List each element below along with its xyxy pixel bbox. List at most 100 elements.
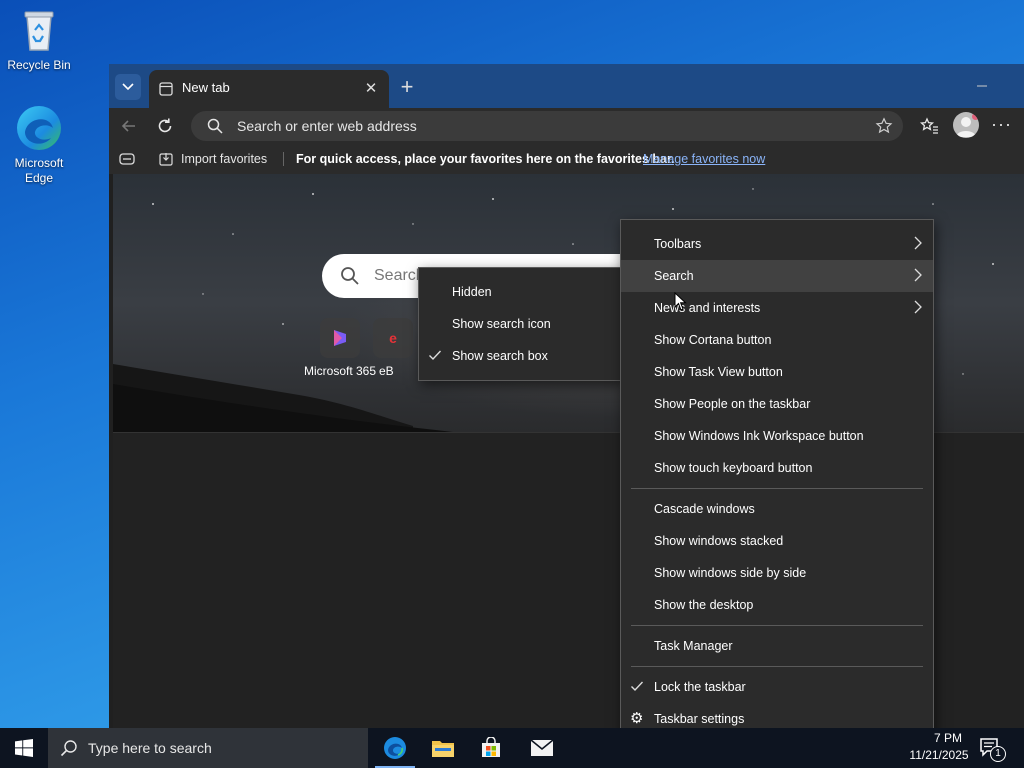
recycle-bin-icon [15, 6, 63, 54]
menu-item-label: Task Manager [654, 639, 733, 653]
collections-icon[interactable] [119, 152, 135, 166]
desktop-icon-recycle-bin[interactable]: Recycle Bin [1, 6, 77, 73]
refresh-icon[interactable] [155, 116, 175, 136]
quick-link-ebay[interactable]: e eB [373, 318, 419, 378]
windows-logo-icon [15, 739, 33, 757]
menu-item-show-task-view-button[interactable]: Show Task View button [621, 356, 933, 388]
menu-item-label: Show windows stacked [654, 534, 784, 548]
menu-item-label: Show search icon [452, 317, 551, 331]
submenu-item-show-search-box[interactable]: Show search box [419, 340, 623, 372]
folder-icon [432, 741, 454, 757]
menu-item-label: Lock the taskbar [654, 680, 746, 694]
navigation-toolbar: Search or enter web address ··· [109, 108, 1024, 144]
taskbar-edge-button[interactable] [371, 728, 419, 768]
search-submenu: Hidden Show search icon Show search box [418, 267, 624, 381]
taskbar-search-placeholder: Type here to search [88, 740, 212, 756]
profile-avatar[interactable] [953, 112, 979, 138]
taskbar-store-button[interactable] [467, 728, 515, 768]
menu-item-label: Show touch keyboard button [654, 461, 813, 475]
menu-separator [631, 488, 923, 489]
menu-item-cascade-windows[interactable]: Cascade windows [621, 493, 933, 525]
menu-item-show-the-desktop[interactable]: Show the desktop [621, 589, 933, 621]
start-button[interactable] [0, 728, 48, 768]
import-icon [159, 153, 173, 166]
back-arrow-icon[interactable] [119, 116, 139, 136]
import-favorites-button[interactable]: Import favorites [155, 144, 273, 174]
menu-item-label: Show the desktop [654, 598, 754, 612]
chevron-down-icon [122, 83, 134, 91]
address-bar-placeholder: Search or enter web address [237, 118, 417, 134]
tab-strip: New tab ✕ + [109, 64, 1024, 108]
menu-item-label: Hidden [452, 285, 492, 299]
favorites-bar-message: For quick access, place your favorites h… [296, 152, 675, 166]
menu-item-label: Show search box [452, 349, 548, 363]
taskbar-mail-button[interactable] [518, 728, 566, 768]
menu-item-label: Show Task View button [654, 365, 783, 379]
tab-actions-menu-button[interactable] [115, 74, 141, 100]
menu-item-label: Show Windows Ink Workspace button [654, 429, 864, 443]
checkmark-icon [429, 350, 442, 361]
ebay-icon: e [373, 318, 413, 358]
taskbar-context-menu: Toolbars Search News and interests Show Cor… [620, 219, 934, 753]
favorites-icon[interactable] [919, 116, 939, 136]
desktop-icon-label: Microsoft Edge [14, 156, 64, 185]
menu-item-search[interactable]: Search [621, 260, 933, 292]
taskbar: Type here to search 7 PM 11/21/2025 1 [0, 728, 1024, 768]
new-tab-button[interactable]: + [395, 76, 419, 100]
search-icon [341, 267, 359, 285]
close-tab-icon[interactable]: ✕ [361, 78, 381, 98]
menu-item-label: Cascade windows [654, 502, 755, 516]
menu-item-toolbars[interactable]: Toolbars [621, 228, 933, 260]
submenu-item-hidden[interactable]: Hidden [419, 276, 623, 308]
menu-item-label: Show windows side by side [654, 566, 807, 580]
menu-item-label: Show People on the taskbar [654, 397, 811, 411]
submenu-item-show-search-icon[interactable]: Show search icon [419, 308, 623, 340]
menu-item-task-manager[interactable]: Task Manager [621, 630, 933, 662]
menu-item-label: Search [654, 269, 694, 283]
taskbar-search-box[interactable]: Type here to search [48, 728, 368, 768]
action-center-button[interactable]: 1 [978, 736, 1008, 762]
clock-time: 7 PM [933, 731, 962, 745]
menu-item-show-windows-side-by-side[interactable]: Show windows side by side [621, 557, 933, 589]
new-tab-page-icon [159, 82, 173, 96]
manage-favorites-link[interactable]: Manage favorites now [643, 152, 765, 166]
menu-item-show-windows-stacked[interactable]: Show windows stacked [621, 525, 933, 557]
microsoft-365-icon [320, 318, 360, 358]
chevron-right-icon [914, 300, 922, 314]
quick-link-label: eB [379, 364, 394, 378]
mouse-cursor-icon [674, 292, 687, 311]
system-clock[interactable]: 7 PM 11/21/2025 [904, 730, 974, 764]
menu-item-lock-the-taskbar[interactable]: Lock the taskbar [621, 671, 933, 703]
notification-count-badge: 1 [990, 746, 1006, 762]
desktop-icon-microsoft-edge[interactable]: Microsoft Edge [1, 104, 77, 186]
menu-separator [631, 625, 923, 626]
more-options-icon[interactable]: ··· [991, 114, 1012, 135]
address-bar[interactable]: Search or enter web address [191, 111, 903, 141]
menu-separator [631, 666, 923, 667]
divider [283, 152, 284, 166]
quick-link-microsoft-365[interactable]: Microsoft 365 [295, 318, 385, 378]
profile-badge [972, 113, 979, 120]
search-icon [60, 740, 77, 757]
menu-item-show-cortana-button[interactable]: Show Cortana button [621, 324, 933, 356]
menu-item-label: Show Cortana button [654, 333, 772, 347]
desktop-icon-label: Recycle Bin [7, 58, 71, 72]
minimize-icon [977, 85, 987, 87]
menu-item-show-touch-keyboard-button[interactable]: Show touch keyboard button [621, 452, 933, 484]
taskbar-file-explorer-button[interactable] [419, 728, 467, 768]
chevron-right-icon [914, 268, 922, 282]
menu-item-label: News and interests [654, 301, 761, 315]
tab-new-tab[interactable]: New tab ✕ [149, 70, 389, 108]
clock-date: 11/21/2025 [909, 748, 969, 762]
store-icon [482, 737, 500, 757]
menu-item-show-windows-ink-workspace-button[interactable]: Show Windows Ink Workspace button [621, 420, 933, 452]
favorites-bar: Import favorites For quick access, place… [109, 144, 1024, 174]
menu-item-show-people-on-the-taskbar[interactable]: Show People on the taskbar [621, 388, 933, 420]
import-favorites-label: Import favorites [181, 152, 268, 166]
quick-link-label: Microsoft 365 [303, 364, 377, 378]
checkmark-icon [631, 681, 644, 692]
star-favorite-icon[interactable] [875, 117, 893, 135]
minimize-button[interactable] [967, 74, 997, 98]
tab-title: New tab [182, 80, 230, 95]
menu-item-news-and-interests[interactable]: News and interests [621, 292, 933, 324]
